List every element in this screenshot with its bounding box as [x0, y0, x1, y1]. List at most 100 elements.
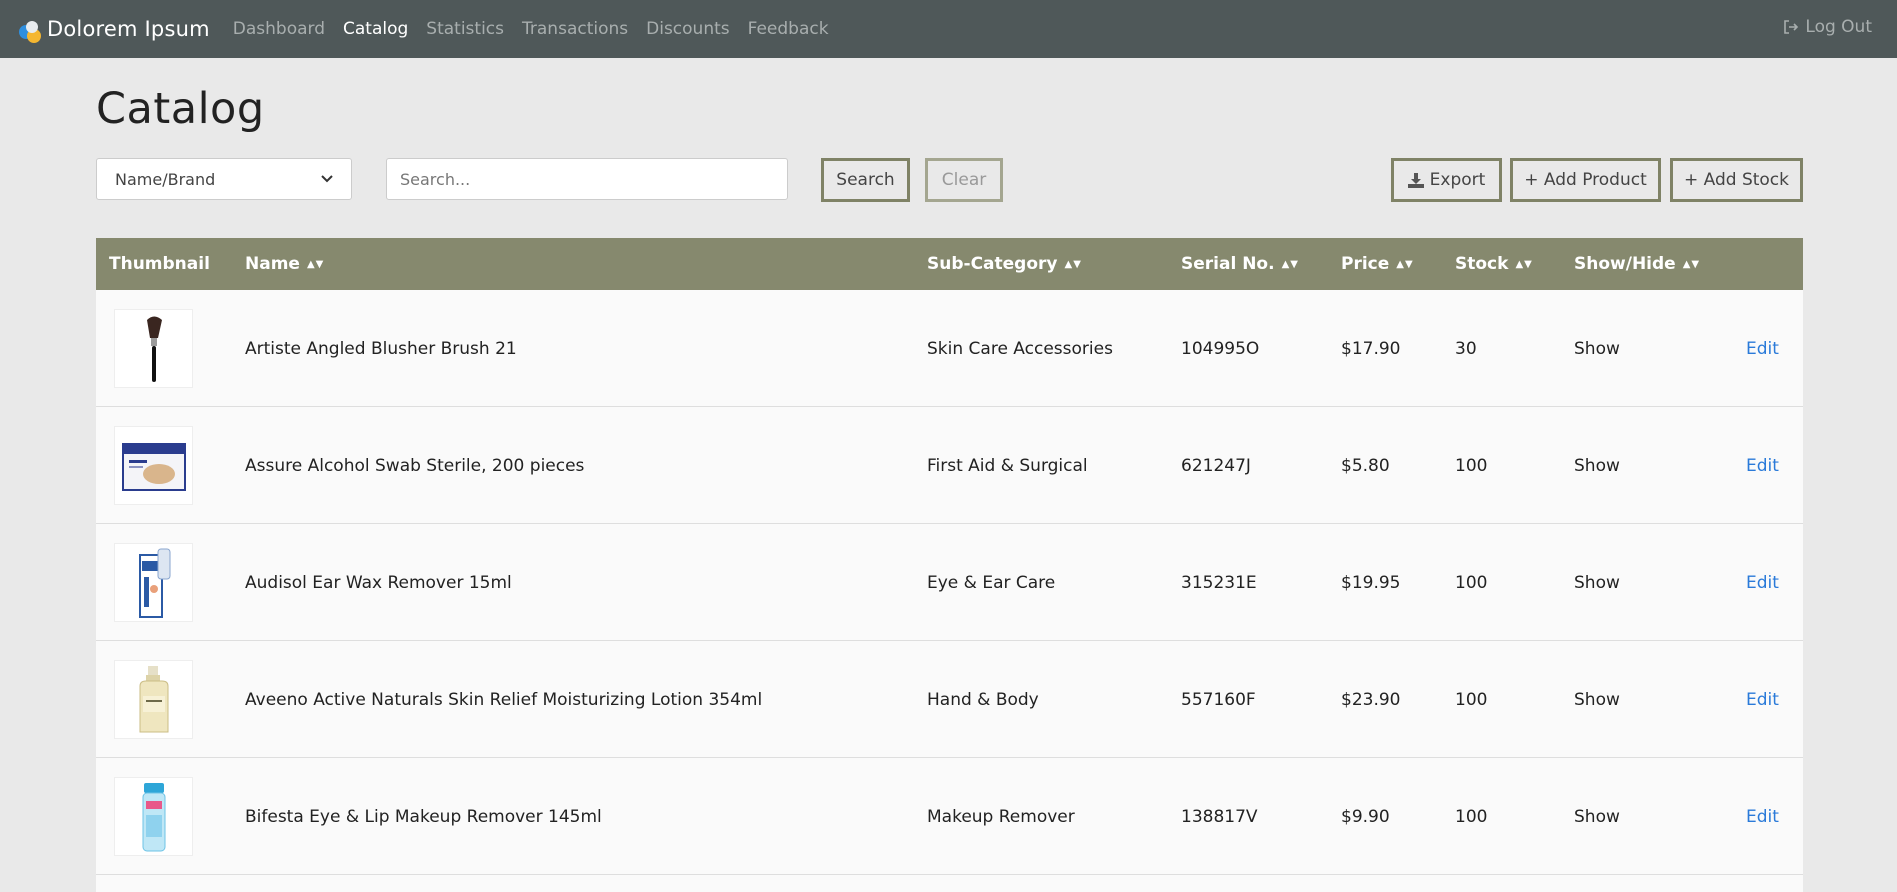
cell-name: Artiste Angled Blusher Brush 21	[245, 338, 517, 359]
sort-desc-icon[interactable]: ▼	[1691, 259, 1699, 270]
cell-name: Assure Alcohol Swab Sterile, 200 pieces	[245, 455, 585, 476]
search-input[interactable]	[386, 158, 788, 200]
cell-stock: 100	[1455, 455, 1488, 476]
sort-desc-icon[interactable]: ▼	[1405, 259, 1413, 270]
table-row: Bifesta Eye & Lip Makeup Remover 145ml M…	[96, 758, 1803, 875]
product-box-icon	[121, 442, 186, 491]
brand[interactable]: Dolorem Ipsum	[17, 16, 210, 43]
header-subcategory: Sub-Category ▲ ▼	[927, 238, 1081, 290]
edit-link[interactable]: Edit	[1746, 641, 1779, 758]
header-serial: Serial No. ▲ ▼	[1181, 238, 1298, 290]
nav-link-discounts[interactable]: Discounts	[646, 19, 730, 39]
brand-name: Dolorem Ipsum	[47, 17, 210, 41]
cell-visibility[interactable]: Show	[1574, 290, 1620, 407]
nav-link-statistics[interactable]: Statistics	[426, 19, 504, 39]
toolbar: Name/Brand Search Clear Export + Add Pro…	[96, 158, 1803, 203]
cell-price: $9.90	[1341, 806, 1390, 827]
cell-subcategory: Skin Care Accessories	[927, 338, 1113, 359]
add-stock-button-label: + Add Stock	[1683, 170, 1789, 190]
sort-asc-icon[interactable]: ▲	[1515, 259, 1523, 270]
sort-asc-icon[interactable]: ▲	[307, 259, 315, 270]
ear-spray-icon	[138, 548, 170, 618]
table-row: Assure Alcohol Swab Sterile, 200 pieces …	[96, 407, 1803, 524]
table-row: Aveeno Active Naturals Skin Relief Moist…	[96, 641, 1803, 758]
cell-name: Bifesta Eye & Lip Makeup Remover 145ml	[245, 806, 602, 827]
header-showhide: Show/Hide ▲ ▼	[1574, 238, 1699, 290]
cell-subcategory: Makeup Remover	[927, 806, 1075, 827]
table-header: Thumbnail Name ▲ ▼ Sub-Category ▲ ▼ Serial…	[96, 238, 1803, 290]
add-product-button-label: + Add Product	[1524, 170, 1647, 190]
nav-link-feedback[interactable]: Feedback	[748, 19, 829, 39]
filter-select-value: Name/Brand	[115, 169, 216, 189]
nav-links: Dashboard Catalog Statistics Transaction…	[233, 19, 847, 39]
sort-desc-icon[interactable]: ▼	[1290, 259, 1298, 270]
header-name-label: Name	[245, 254, 300, 274]
add-product-button[interactable]: + Add Product	[1510, 158, 1661, 202]
header-price: Price ▲ ▼	[1341, 238, 1413, 290]
header-stock: Stock ▲ ▼	[1455, 238, 1532, 290]
cell-price: $23.90	[1341, 689, 1401, 710]
catalog-table: Thumbnail Name ▲ ▼ Sub-Category ▲ ▼ Serial…	[96, 238, 1803, 892]
sort-desc-icon[interactable]: ▼	[1524, 259, 1532, 270]
header-price-label: Price	[1341, 254, 1390, 274]
nav-link-transactions[interactable]: Transactions	[522, 19, 628, 39]
cell-visibility[interactable]: Show	[1574, 407, 1620, 524]
product-thumbnail	[114, 777, 193, 856]
cell-visibility[interactable]: Show	[1574, 641, 1620, 758]
cell-stock: 100	[1455, 689, 1488, 710]
lotion-bottle-icon	[139, 665, 168, 732]
export-button-label: Export	[1429, 170, 1486, 190]
cell-serial: 557160F	[1181, 689, 1256, 710]
cell-subcategory: Hand & Body	[927, 689, 1039, 710]
logout-icon	[1784, 20, 1799, 34]
logout-link[interactable]: Log Out	[1783, 17, 1872, 37]
download-icon	[1407, 172, 1424, 188]
cell-name: Audisol Ear Wax Remover 15ml	[245, 572, 512, 593]
sort-asc-icon[interactable]: ▲	[1065, 259, 1073, 270]
cell-serial: 138817V	[1181, 806, 1258, 827]
page-title: Catalog	[96, 84, 265, 134]
add-stock-button[interactable]: + Add Stock	[1670, 158, 1803, 202]
edit-link[interactable]: Edit	[1746, 407, 1779, 524]
clear-button[interactable]: Clear	[925, 158, 1003, 202]
product-thumbnail	[114, 660, 193, 739]
cell-stock: 100	[1455, 572, 1488, 593]
nav-link-dashboard[interactable]: Dashboard	[233, 19, 325, 39]
search-button[interactable]: Search	[821, 158, 910, 202]
export-button[interactable]: Export	[1391, 158, 1502, 202]
logout-label: Log Out	[1805, 17, 1872, 37]
edit-link[interactable]: Edit	[1746, 524, 1779, 641]
header-name: Name ▲ ▼	[245, 238, 323, 290]
sort-desc-icon[interactable]: ▼	[1073, 259, 1081, 270]
table-row	[96, 875, 1803, 892]
sort-desc-icon[interactable]: ▼	[316, 259, 324, 270]
filter-select[interactable]: Name/Brand	[96, 158, 352, 200]
sort-asc-icon[interactable]: ▲	[1396, 259, 1404, 270]
cell-price: $17.90	[1341, 338, 1401, 359]
header-thumbnail-label: Thumbnail	[109, 254, 210, 274]
cell-price: $19.95	[1341, 572, 1401, 593]
cell-stock: 30	[1455, 338, 1477, 359]
product-thumbnail	[114, 309, 193, 388]
edit-link[interactable]: Edit	[1746, 290, 1779, 407]
header-subcategory-label: Sub-Category	[927, 254, 1058, 274]
cell-visibility[interactable]: Show	[1574, 758, 1620, 875]
top-navbar: Dolorem Ipsum Dashboard Catalog Statisti…	[0, 0, 1897, 58]
sort-asc-icon[interactable]: ▲	[1282, 259, 1290, 270]
cell-serial: 315231E	[1181, 572, 1257, 593]
nav-link-catalog[interactable]: Catalog	[343, 19, 408, 39]
cell-price: $5.80	[1341, 455, 1390, 476]
cell-visibility[interactable]: Show	[1574, 524, 1620, 641]
table-row: Artiste Angled Blusher Brush 21 Skin Car…	[96, 290, 1803, 407]
edit-link[interactable]: Edit	[1746, 758, 1779, 875]
header-serial-label: Serial No.	[1181, 254, 1275, 274]
header-thumbnail: Thumbnail	[109, 238, 210, 290]
cell-serial: 104995O	[1181, 338, 1260, 359]
header-stock-label: Stock	[1455, 254, 1509, 274]
cell-serial: 621247J	[1181, 455, 1251, 476]
sort-asc-icon[interactable]: ▲	[1683, 259, 1691, 270]
header-showhide-label: Show/Hide	[1574, 254, 1676, 274]
makeup-remover-bottle-icon	[142, 782, 165, 851]
makeup-brush-icon	[146, 316, 162, 382]
cell-stock: 100	[1455, 806, 1488, 827]
